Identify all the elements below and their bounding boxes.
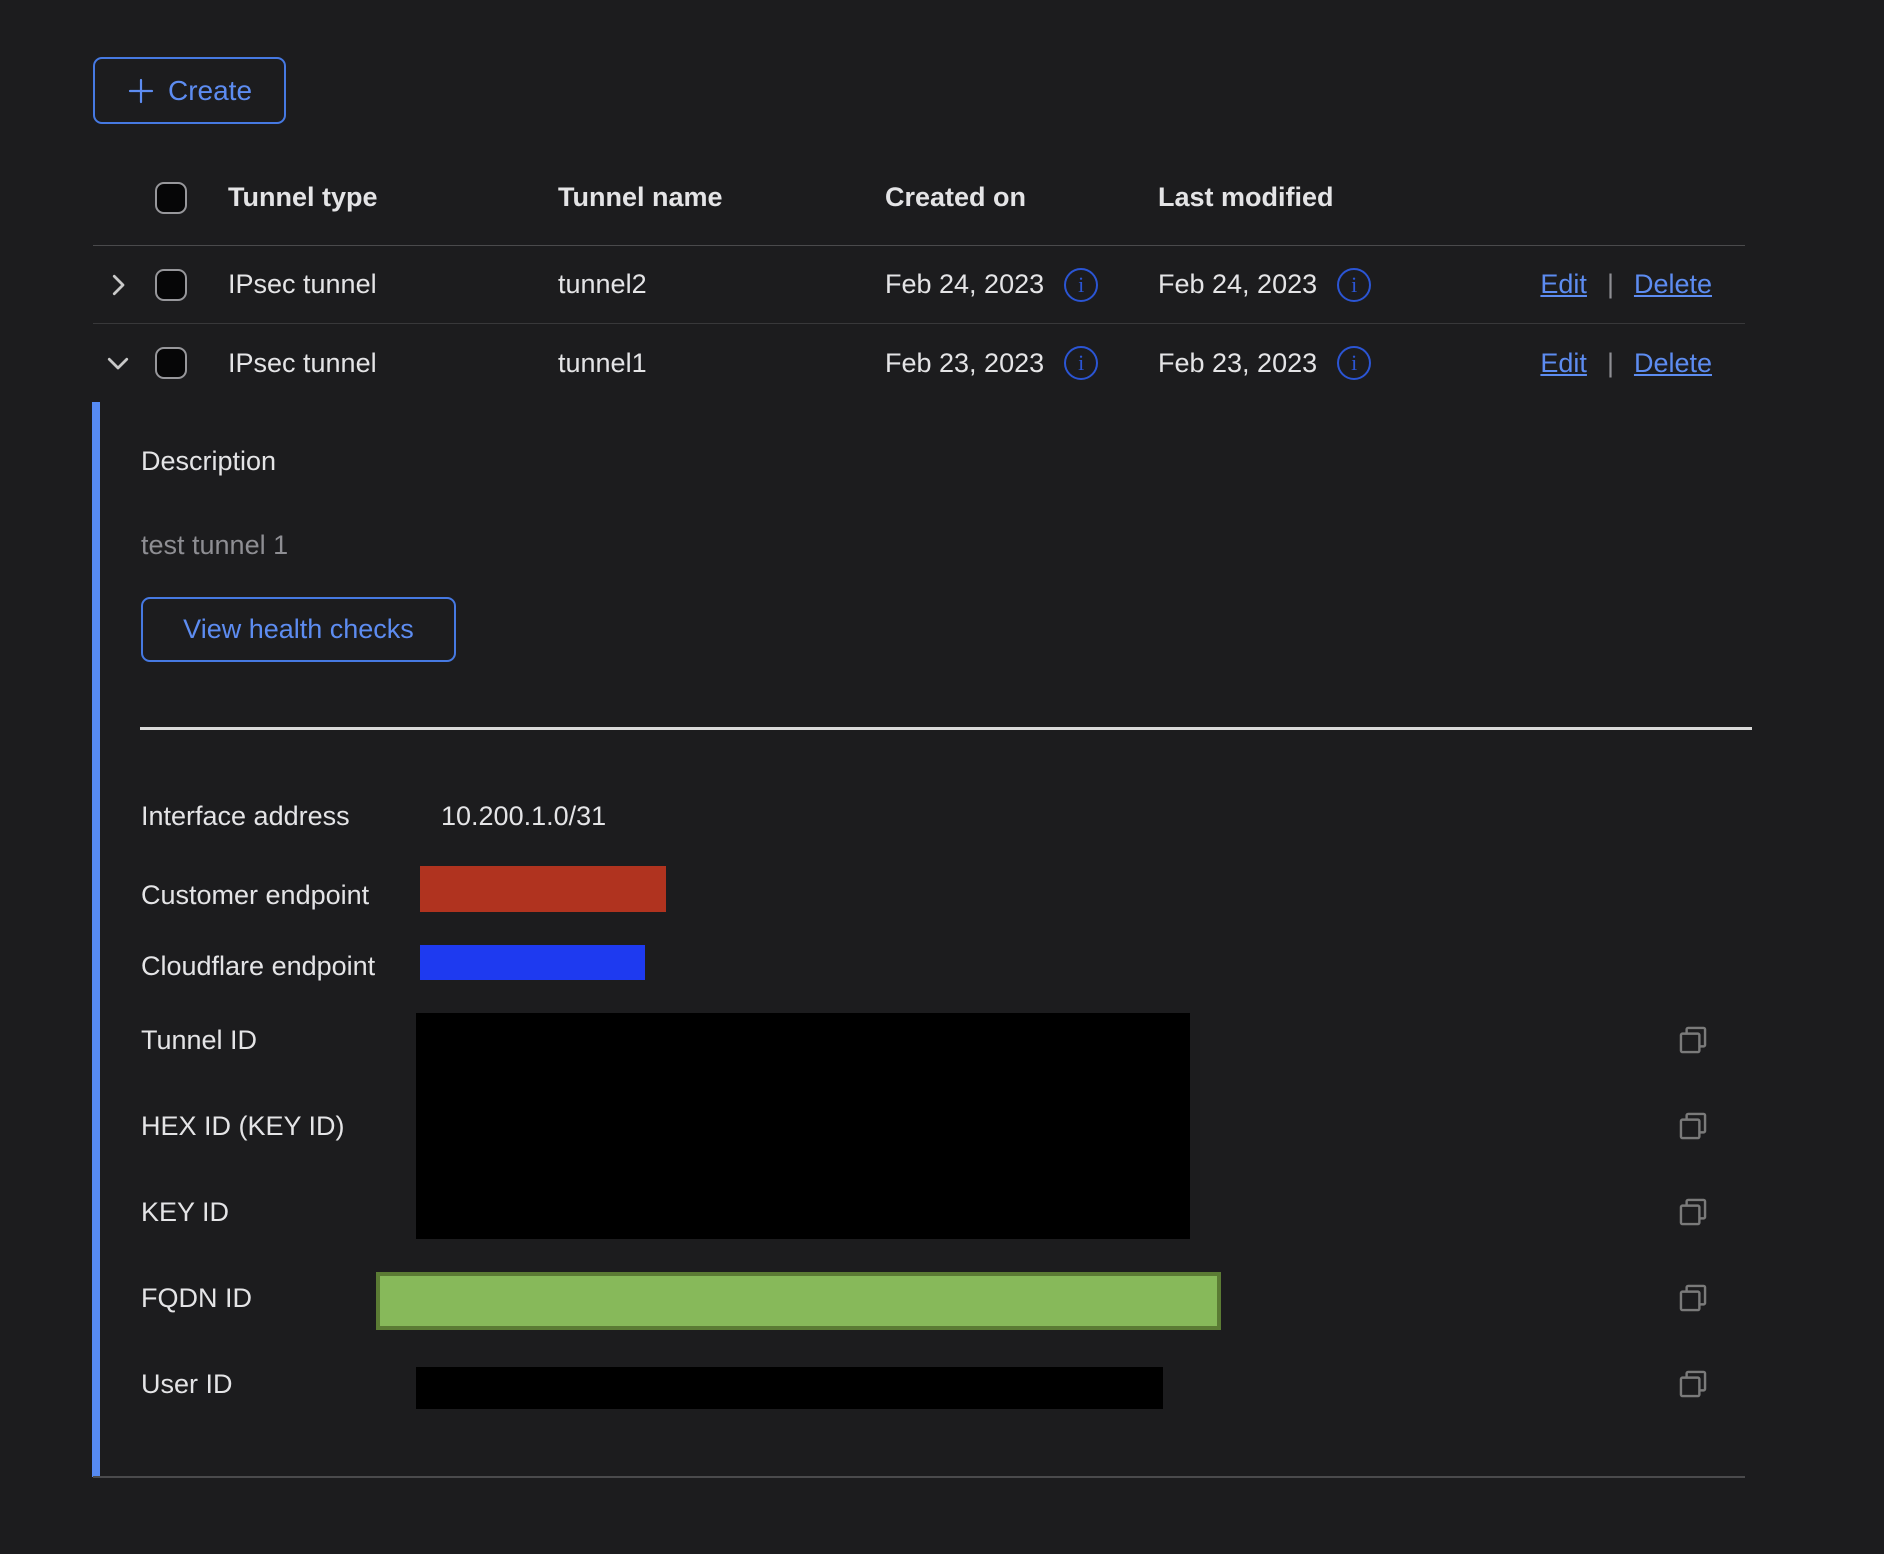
column-header-tunnel-name: Tunnel name — [558, 182, 885, 213]
last-modified-date: Feb 24, 2023 — [1158, 269, 1317, 300]
info-icon[interactable]: i — [1337, 346, 1371, 380]
edit-link[interactable]: Edit — [1540, 269, 1587, 300]
delete-link[interactable]: Delete — [1634, 269, 1712, 300]
expand-row-button[interactable] — [103, 270, 133, 300]
tunnel-name-cell: tunnel1 — [558, 348, 885, 379]
description-label: Description — [141, 443, 276, 479]
tunnels-page: Create Tunnel type Tunnel name Created o… — [0, 0, 1884, 1554]
created-on-date: Feb 23, 2023 — [885, 348, 1044, 379]
fqdn-id-redacted-value — [376, 1272, 1221, 1330]
last-modified-cell: Feb 24, 2023 i — [1158, 268, 1438, 302]
user-id-label: User ID — [141, 1366, 233, 1402]
collapse-row-button[interactable] — [103, 348, 133, 378]
interface-address-label: Interface address — [141, 798, 350, 834]
created-on-cell: Feb 23, 2023 i — [885, 346, 1158, 380]
edit-link[interactable]: Edit — [1540, 348, 1587, 379]
last-modified-cell: Feb 23, 2023 i — [1158, 346, 1438, 380]
copy-icon — [1676, 1281, 1710, 1315]
action-separator: | — [1607, 348, 1614, 379]
table-row-tunnel2: IPsec tunnel tunnel2 Feb 24, 2023 i Feb … — [93, 246, 1745, 324]
created-on-date: Feb 24, 2023 — [885, 269, 1044, 300]
copy-hex-id-button[interactable] — [1676, 1109, 1710, 1143]
copy-icon — [1676, 1023, 1710, 1057]
row-actions: Edit | Delete — [1438, 269, 1745, 300]
fqdn-id-label: FQDN ID — [141, 1280, 252, 1316]
info-icon[interactable]: i — [1337, 268, 1371, 302]
chevron-right-icon — [103, 270, 133, 300]
hex-id-label: HEX ID (KEY ID) — [141, 1108, 345, 1144]
tunnel-id-label: Tunnel ID — [141, 1022, 257, 1058]
create-button[interactable]: Create — [93, 57, 286, 124]
ids-redacted-value — [416, 1013, 1190, 1239]
cloudflare-endpoint-label: Cloudflare endpoint — [141, 948, 375, 984]
section-divider — [140, 727, 1752, 730]
column-header-created-on: Created on — [885, 182, 1158, 213]
table-row-tunnel1: IPsec tunnel tunnel1 Feb 23, 2023 i Feb … — [93, 324, 1745, 402]
plus-icon — [127, 77, 155, 105]
last-modified-date: Feb 23, 2023 — [1158, 348, 1317, 379]
tunnel-details-panel: Description test tunnel 1 View health ch… — [92, 402, 1745, 1477]
view-health-checks-button[interactable]: View health checks — [141, 597, 456, 662]
cloudflare-endpoint-redacted-value — [420, 945, 645, 980]
row-checkbox[interactable] — [155, 347, 187, 379]
column-header-tunnel-type: Tunnel type — [228, 182, 558, 213]
copy-icon — [1676, 1195, 1710, 1229]
customer-endpoint-label: Customer endpoint — [141, 877, 369, 913]
tunnel-name-cell: tunnel2 — [558, 269, 885, 300]
table-bottom-divider — [93, 1476, 1745, 1478]
row-actions: Edit | Delete — [1438, 348, 1745, 379]
select-all-checkbox[interactable] — [155, 182, 187, 214]
row-checkbox[interactable] — [155, 269, 187, 301]
delete-link[interactable]: Delete — [1634, 348, 1712, 379]
created-on-cell: Feb 24, 2023 i — [885, 268, 1158, 302]
column-header-last-modified: Last modified — [1158, 182, 1438, 213]
tunnel-type-cell: IPsec tunnel — [228, 269, 558, 300]
copy-fqdn-id-button[interactable] — [1676, 1281, 1710, 1315]
tunnel-type-cell: IPsec tunnel — [228, 348, 558, 379]
action-separator: | — [1607, 269, 1614, 300]
info-icon[interactable]: i — [1064, 268, 1098, 302]
customer-endpoint-redacted-value — [420, 866, 666, 912]
key-id-label: KEY ID — [141, 1194, 229, 1230]
tunnels-table: Tunnel type Tunnel name Created on Last … — [93, 150, 1745, 402]
chevron-down-icon — [103, 348, 133, 378]
copy-icon — [1676, 1109, 1710, 1143]
table-header-row: Tunnel type Tunnel name Created on Last … — [93, 150, 1745, 246]
copy-user-id-button[interactable] — [1676, 1367, 1710, 1401]
user-id-redacted-value — [416, 1367, 1163, 1409]
info-icon[interactable]: i — [1064, 346, 1098, 380]
copy-icon — [1676, 1367, 1710, 1401]
description-value: test tunnel 1 — [141, 527, 288, 563]
copy-key-id-button[interactable] — [1676, 1195, 1710, 1229]
create-button-label: Create — [168, 75, 252, 107]
copy-tunnel-id-button[interactable] — [1676, 1023, 1710, 1057]
interface-address-value: 10.200.1.0/31 — [441, 798, 606, 834]
